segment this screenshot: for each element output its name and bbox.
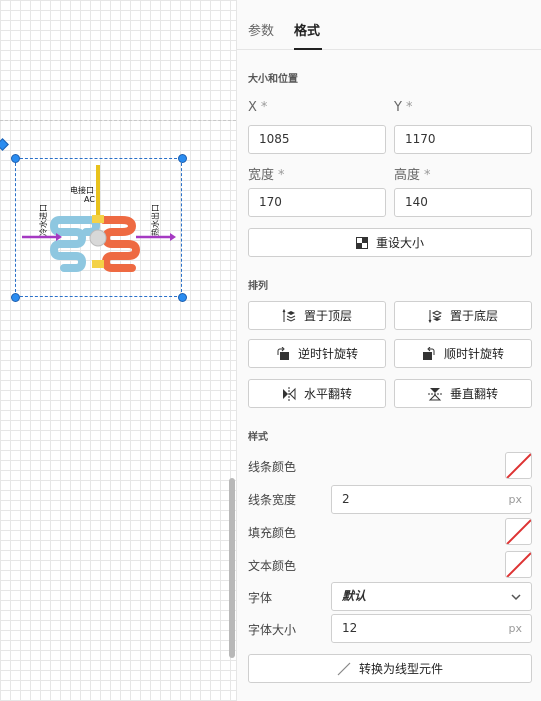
page-boundary [0, 120, 236, 121]
width-input[interactable]: 170 [248, 188, 386, 217]
width-label: 宽度 * [248, 168, 285, 183]
reset-size-label: 重设大小 [375, 236, 424, 250]
y-label: Y * [394, 100, 413, 115]
line-width-unit: px [508, 493, 523, 506]
height-input[interactable]: 140 [394, 188, 532, 217]
panel-tabs: 参数 格式 [237, 0, 541, 50]
rotate-handle[interactable] [0, 138, 9, 151]
line-icon [337, 662, 351, 675]
vertical-scrollbar[interactable] [229, 478, 235, 658]
send-to-back-label: 置于底层 [449, 309, 498, 323]
chevron-down-icon [511, 594, 521, 601]
tab-active-indicator [294, 48, 322, 50]
heating-element [89, 229, 107, 247]
send-to-back-button[interactable]: 置于底层 [394, 301, 532, 330]
hot-coil [100, 216, 141, 272]
flip-horizontal-label: 水平翻转 [303, 387, 352, 401]
convert-to-line-label: 转换为线型元件 [358, 662, 443, 676]
flip-vertical-icon [427, 387, 442, 400]
flip-horizontal-button[interactable]: 水平翻转 [248, 379, 386, 408]
outlet-label: 热水出口 [150, 204, 160, 236]
tab-params[interactable]: 参数 [248, 20, 274, 39]
convert-to-line-button[interactable]: 转换为线型元件 [248, 654, 532, 683]
fill-color-swatch[interactable] [505, 518, 532, 545]
flip-horizontal-icon [282, 386, 296, 401]
rotate-cw-label: 顺时针旋转 [443, 347, 504, 361]
reset-size-button[interactable]: 重设大小 [248, 228, 532, 257]
line-width-input[interactable]: 2 px [331, 485, 532, 514]
inlet-label: 冷水进口 [38, 204, 48, 236]
resize-handle-br[interactable] [178, 293, 187, 302]
reset-size-icon [355, 236, 368, 249]
bring-to-front-label: 置于顶层 [303, 309, 352, 323]
font-size-label: 字体大小 [248, 623, 297, 637]
ac-label: AC [84, 195, 95, 204]
line-width-label: 线条宽度 [248, 493, 297, 507]
font-size-unit: px [508, 622, 523, 635]
tab-format[interactable]: 格式 [294, 20, 320, 39]
font-size-value: 12 [342, 621, 358, 635]
rotate-ccw-icon [277, 346, 289, 360]
y-input[interactable]: 1170 [394, 125, 532, 154]
text-color-swatch[interactable] [505, 551, 532, 578]
bring-to-front-icon [282, 308, 296, 322]
font-select-value: 默认 [342, 589, 367, 603]
x-label: X * [248, 100, 268, 115]
resize-handle-bl[interactable] [11, 293, 20, 302]
line-color-label: 线条颜色 [248, 460, 297, 474]
rotate-ccw-button[interactable]: 逆时针旋转 [248, 339, 386, 368]
flip-vertical-button[interactable]: 垂直翻转 [394, 379, 532, 408]
x-input[interactable]: 1085 [248, 125, 386, 154]
font-select[interactable]: 默认 [331, 582, 532, 611]
arrange-title: 排列 [248, 281, 268, 292]
rotate-cw-button[interactable]: 顺时针旋转 [394, 339, 532, 368]
rotate-cw-icon [422, 346, 435, 360]
line-color-swatch[interactable] [505, 452, 532, 479]
power-label: 电接口 [70, 185, 94, 195]
flip-vertical-label: 垂直翻转 [449, 387, 498, 401]
size-position-title: 大小和位置 [248, 74, 298, 85]
font-size-input[interactable]: 12 px [331, 614, 532, 643]
font-label: 字体 [248, 591, 273, 605]
bring-to-front-button[interactable]: 置于顶层 [248, 301, 386, 330]
diagram-canvas[interactable]: 电接口 AC 冷水进口 热水出口 [0, 0, 236, 701]
water-heater-symbol[interactable]: 电接口 AC 冷水进口 热水出口 [20, 160, 180, 290]
format-panel: 参数 格式 大小和位置 X * Y * 1085 1170 宽度 * 高度 * 170 … [236, 0, 541, 701]
line-width-value: 2 [342, 492, 350, 506]
height-label: 高度 * [394, 168, 431, 183]
cold-coil [49, 216, 101, 272]
connector-top [92, 215, 104, 223]
connector-bottom [92, 260, 104, 268]
style-title: 样式 [248, 432, 268, 443]
rotate-ccw-label: 逆时针旋转 [297, 347, 358, 361]
fill-color-label: 填充颜色 [248, 526, 297, 540]
text-color-label: 文本颜色 [248, 559, 297, 573]
resize-handle-tl[interactable] [11, 154, 20, 163]
send-to-back-icon [428, 309, 442, 323]
